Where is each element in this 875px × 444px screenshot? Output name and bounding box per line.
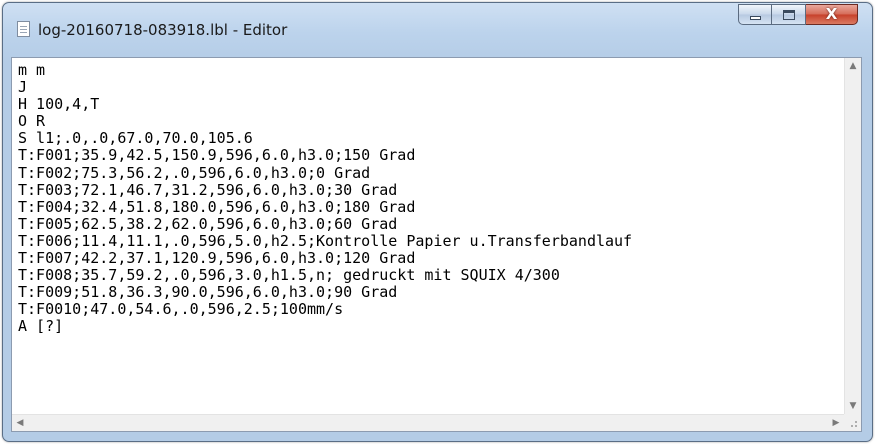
- text-line: T:F006;11.4,11.1,.0,596,5.0,h2.5;Kontrol…: [18, 231, 633, 250]
- resize-grip[interactable]: [844, 414, 861, 431]
- text-line: T:F007;42.2,37.1,120.9,596,6.0,h3.0;120 …: [18, 249, 416, 268]
- text-line: A [?]: [18, 317, 64, 336]
- resize-grip-icon: [848, 418, 858, 428]
- text-line: H 100,4,T: [18, 95, 100, 114]
- scroll-up-icon[interactable]: ▲: [845, 58, 861, 74]
- window-controls: X: [738, 4, 858, 26]
- text-line: T:F0010;47.0,54.6,.0,596,2.5;100mm/s: [18, 300, 344, 319]
- text-line: T:F002;75.3,56.2,.0,596,6.0,h3.0;0 Grad: [18, 163, 371, 182]
- text-line: T:F004;32.4,51.8,180.0,596,6.0,h3.0;180 …: [18, 197, 416, 216]
- close-icon: X: [825, 5, 838, 23]
- text-line: T:F008;35.7,59.2,.0,596,3.0,h1.5,n; gedr…: [18, 266, 560, 285]
- editor-client-area: m m J H 100,4,T O R S l1;.0,.0,67.0,70.0…: [11, 57, 862, 432]
- scroll-left-icon[interactable]: ◀: [12, 415, 28, 431]
- maximize-icon: [782, 9, 795, 20]
- close-button[interactable]: X: [806, 4, 858, 25]
- text-lines: m m J H 100,4,T O R S l1;.0,.0,67.0,70.0…: [14, 61, 633, 336]
- window-title: log-20160718-083918.lbl - Editor: [38, 21, 288, 39]
- text-line: J: [18, 78, 28, 97]
- text-line: m m: [18, 61, 46, 79]
- scroll-down-icon[interactable]: ▼: [845, 398, 861, 414]
- editor-window: log-20160718-083918.lbl - Editor X m m J…: [2, 2, 873, 442]
- scroll-right-icon[interactable]: ▶: [828, 415, 844, 431]
- text-line: T:F003;72.1,46.7,31.2,596,6.0,h3.0;30 Gr…: [18, 180, 398, 199]
- maximize-button[interactable]: [772, 4, 806, 25]
- minimize-button[interactable]: [738, 4, 772, 25]
- horizontal-scrollbar[interactable]: ◀ ▶: [12, 414, 844, 431]
- text-editor-area[interactable]: m m J H 100,4,T O R S l1;.0,.0,67.0,70.0…: [12, 58, 844, 414]
- text-line: T:F009;51.8,36.3,90.0,596,6.0,h3.0;90 Gr…: [18, 283, 398, 302]
- minimize-icon: [749, 15, 761, 20]
- notepad-icon[interactable]: [17, 21, 30, 37]
- text-line: S l1;.0,.0,67.0,70.0,105.6: [18, 129, 253, 148]
- title-bar[interactable]: log-20160718-083918.lbl - Editor X: [3, 3, 872, 49]
- text-line: O R: [18, 112, 46, 131]
- text-line: T:F005;62.5,38.2,62.0,596,6.0,h3.0;60 Gr…: [18, 214, 398, 233]
- vertical-scrollbar[interactable]: ▲ ▼: [844, 58, 861, 414]
- text-line: T:F001;35.9,42.5,150.9,596,6.0,h3.0;150 …: [18, 146, 416, 165]
